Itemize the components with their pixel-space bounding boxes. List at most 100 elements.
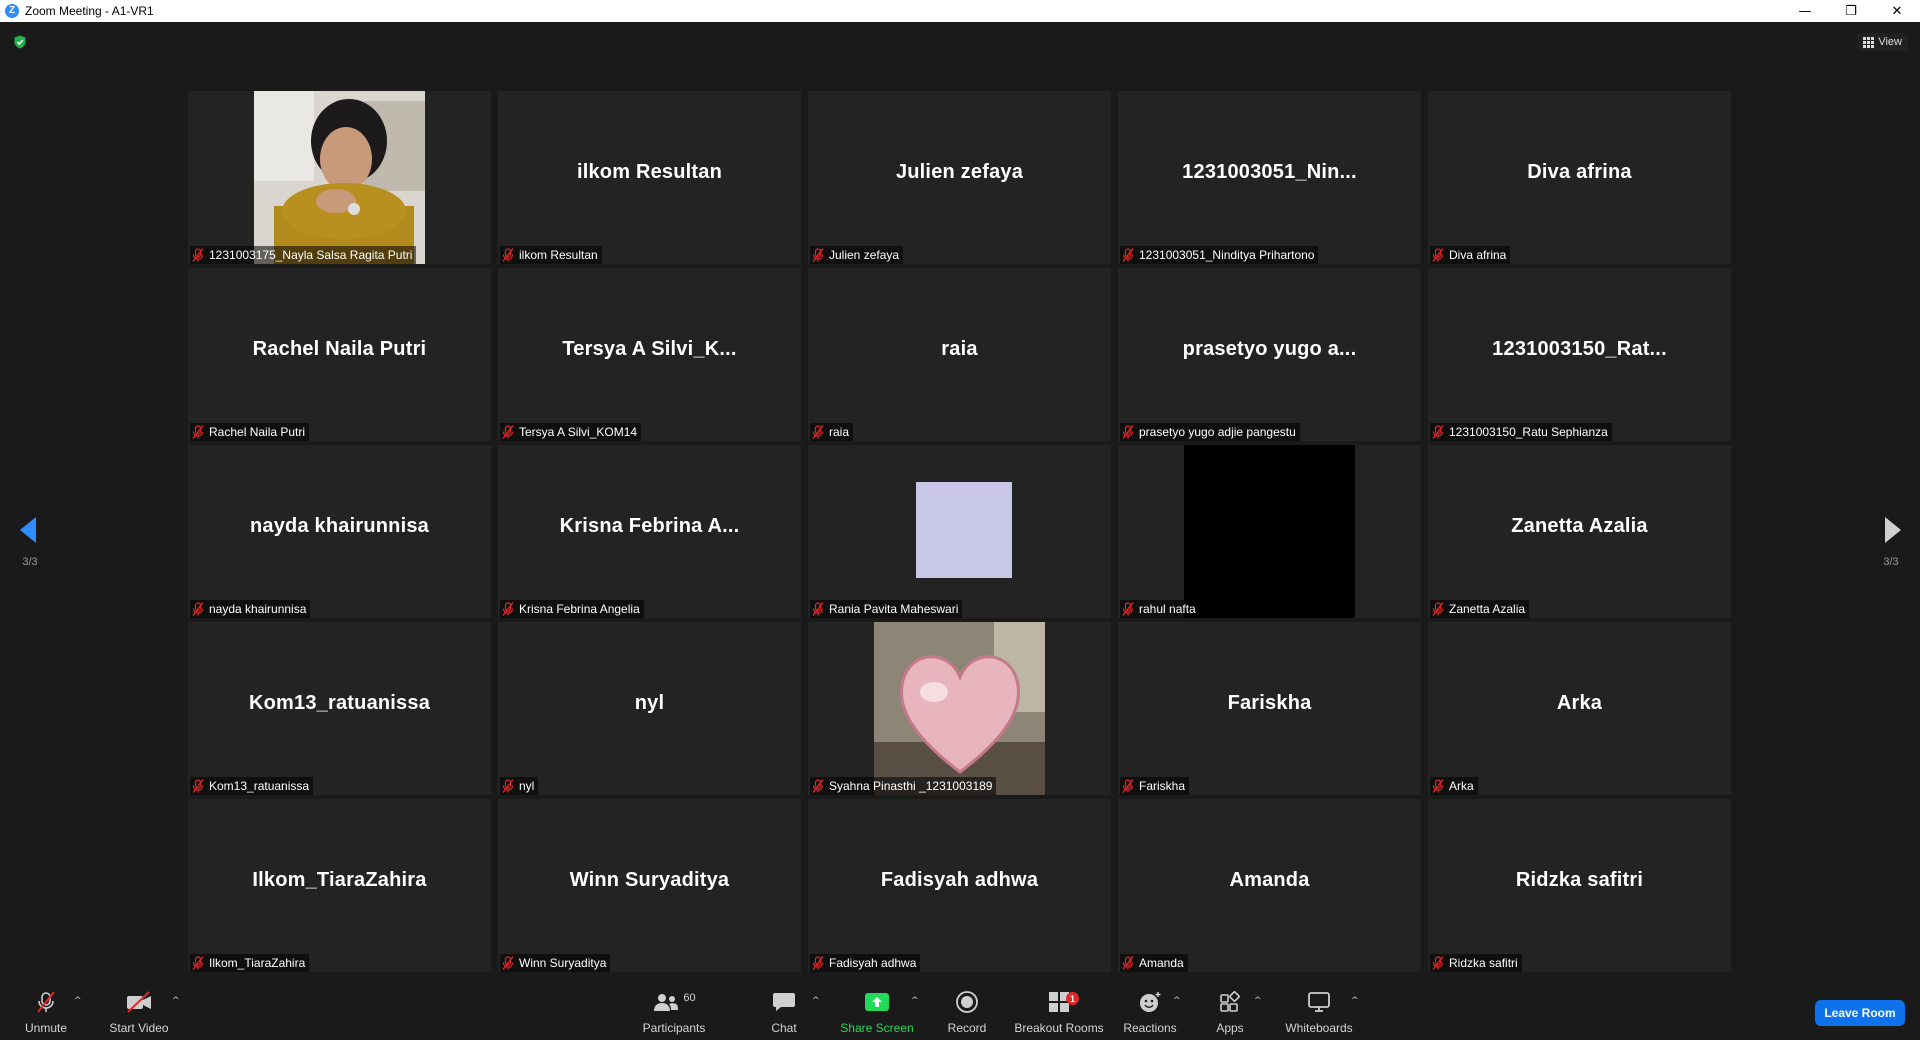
participant-display-name: 1231003051_Nin... [1182, 161, 1357, 183]
zoom-logo-icon: Z [5, 4, 19, 18]
participant-display-name: Diva afrina [1527, 161, 1632, 183]
participant-name: Kom13_ratuanissa [209, 779, 310, 793]
microphone-muted-icon [1122, 425, 1134, 439]
window-titlebar: Z Zoom Meeting - A1-VR1 — ❐ ✕ [0, 0, 1920, 22]
chat-options-caret[interactable]: ^ [812, 996, 820, 1006]
restore-button[interactable]: ❐ [1828, 0, 1874, 22]
participants-icon [654, 994, 679, 1011]
unmute-button[interactable]: Unmute [16, 978, 76, 1040]
window-title: Zoom Meeting - A1-VR1 [25, 4, 154, 18]
participants-count: 60 [683, 992, 696, 1004]
video-options-caret[interactable]: ^ [172, 996, 180, 1006]
participant-tile[interactable]: nyl nyl [498, 622, 801, 795]
start-video-button[interactable]: Start Video [104, 978, 174, 1040]
participant-name: nayda khairunnisa [209, 602, 307, 616]
participant-tile[interactable]: prasetyo yugo a... prasetyo yugo adjie pa… [1118, 268, 1421, 441]
share-options-caret[interactable]: ^ [911, 996, 919, 1006]
participant-name-label: Rania Pavita Maheswari [810, 600, 963, 618]
grid-view-icon [1863, 37, 1875, 48]
participant-display-name: Fariskha [1227, 692, 1312, 714]
participant-tile[interactable]: Tersya A Silvi_K... Tersya A Silvi_KOM14 [498, 268, 801, 441]
chat-label: Chat [771, 1021, 797, 1035]
microphone-muted-icon [812, 602, 824, 616]
microphone-muted-icon [1432, 602, 1444, 616]
reactions-button[interactable]: Reactions [1122, 978, 1178, 1040]
participant-display-name: Krisna Febrina A... [559, 515, 740, 537]
participant-display-name: Arka [1556, 692, 1603, 714]
participant-tile[interactable]: ilkom Resultan ilkom Resultan [498, 91, 801, 264]
participants-button[interactable]: 60 Participants [637, 978, 711, 1040]
audio-options-caret[interactable]: ^ [74, 996, 82, 1006]
microphone-muted-icon [502, 248, 514, 262]
participant-name-label: nayda khairunnisa [190, 600, 311, 618]
participant-tile[interactable]: Zanetta Azalia Zanetta Azalia [1428, 445, 1731, 618]
participant-name-label: Ilkom_TiaraZahira [190, 954, 310, 972]
whiteboards-button[interactable]: Whiteboards [1282, 978, 1356, 1040]
participant-tile[interactable]: 1231003150_Rat... 1231003150_Ratu Sephian… [1428, 268, 1731, 441]
previous-page-arrow-icon[interactable] [18, 516, 38, 544]
participants-label: Participants [642, 1021, 706, 1035]
page-indicator-right: 3/3 [1883, 556, 1899, 568]
participant-name-label: Krisna Febrina Angelia [500, 600, 644, 618]
participant-tile[interactable]: Fariskha Fariskha [1118, 622, 1421, 795]
next-page-arrow-icon[interactable] [1883, 516, 1903, 544]
share-screen-button[interactable]: Share Screen [838, 978, 916, 1040]
participant-display-name: prasetyo yugo a... [1182, 338, 1357, 360]
participant-name-label: Amanda [1120, 954, 1188, 972]
page-indicator-left: 3/3 [22, 556, 38, 568]
video-grid: 1231003175_Nayla Salsa Ragita Putri ilkom… [188, 91, 1733, 972]
whiteboard-icon [1308, 992, 1330, 1012]
participant-name: Ridzka safitri [1449, 956, 1518, 970]
participant-tile[interactable]: raia raia [808, 268, 1111, 441]
microphone-muted-icon [812, 248, 824, 262]
leave-room-button[interactable]: Leave Room [1815, 1000, 1905, 1026]
participant-tile[interactable]: Ilkom_TiaraZahira Ilkom_TiaraZahira [188, 799, 491, 972]
view-button[interactable]: View [1857, 33, 1908, 51]
participant-tile[interactable]: Kom13_ratuanissa Kom13_ratuanissa [188, 622, 491, 795]
participant-tile[interactable]: 1231003051_Nin... 1231003051_Ninditya Pri… [1118, 91, 1421, 264]
participant-tile[interactable]: Julien zefaya Julien zefaya [808, 91, 1111, 264]
record-button[interactable]: Record [942, 978, 992, 1040]
participant-name-label: Rachel Naila Putri [190, 423, 310, 441]
participant-name-label: nyl [500, 777, 539, 795]
participant-display-name: Ridzka safitri [1515, 869, 1644, 891]
participant-name: Fariskha [1139, 779, 1186, 793]
participant-tile[interactable]: Rachel Naila Putri Rachel Naila Putri [188, 268, 491, 441]
microphone-muted-icon [502, 956, 514, 970]
participant-name-label: Diva afrina [1430, 246, 1511, 264]
participant-tile[interactable]: Diva afrina Diva afrina [1428, 91, 1731, 264]
close-button[interactable]: ✕ [1874, 0, 1920, 22]
minimize-button[interactable]: — [1782, 0, 1828, 22]
apps-label: Apps [1216, 1021, 1244, 1035]
participant-tile[interactable]: Syahna Pinasthi _1231003189 [808, 622, 1111, 795]
participant-tile[interactable]: rahul nafta [1118, 445, 1421, 618]
share-screen-label: Share Screen [840, 1021, 914, 1035]
participant-tile[interactable]: 1231003175_Nayla Salsa Ragita Putri [188, 91, 491, 264]
participant-display-name: Ilkom_TiaraZahira [252, 869, 427, 891]
participant-tile[interactable]: Arka Arka [1428, 622, 1731, 795]
participant-name: Rachel Naila Putri [209, 425, 306, 439]
participant-display-name: Zanetta Azalia [1511, 515, 1648, 537]
chat-button[interactable]: Chat [763, 978, 805, 1040]
breakout-rooms-button[interactable]: Breakout Rooms [1012, 978, 1106, 1040]
participant-tile[interactable]: Amanda Amanda [1118, 799, 1421, 972]
apps-button[interactable]: Apps [1210, 978, 1250, 1040]
microphone-muted-icon [192, 779, 204, 793]
security-shield-icon[interactable] [13, 35, 27, 49]
participant-tile[interactable]: Fadisyah adhwa Fadisyah adhwa [808, 799, 1111, 972]
participant-name: rahul nafta [1139, 602, 1196, 616]
microphone-muted-icon [1432, 425, 1444, 439]
participant-name: Julien zefaya [829, 248, 900, 262]
whiteboards-options-caret[interactable]: ^ [1351, 996, 1359, 1006]
apps-options-caret[interactable]: ^ [1254, 996, 1262, 1006]
participant-tile[interactable]: Winn Suryaditya Winn Suryaditya [498, 799, 801, 972]
reactions-options-caret[interactable]: ^ [1173, 996, 1181, 1006]
participant-name-label: Julien zefaya [810, 246, 904, 264]
participant-display-name: Winn Suryaditya [569, 869, 730, 891]
participant-tile[interactable]: Rania Pavita Maheswari [808, 445, 1111, 618]
participant-tile[interactable]: Krisna Febrina A... Krisna Febrina Angeli… [498, 445, 801, 618]
participant-tile[interactable]: Ridzka safitri Ridzka safitri [1428, 799, 1731, 972]
participant-tile[interactable]: nayda khairunnisa nayda khairunnisa [188, 445, 491, 618]
participant-display-name: raia [941, 338, 978, 360]
record-icon [956, 991, 978, 1013]
